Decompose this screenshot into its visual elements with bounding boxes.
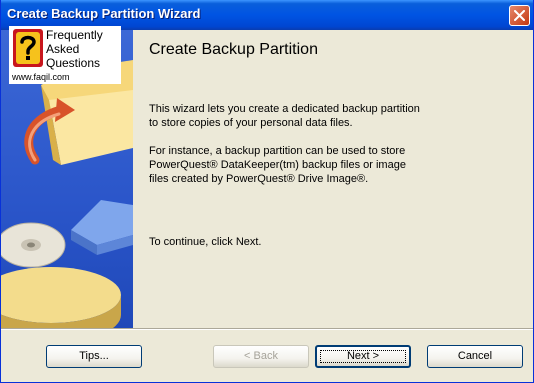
logo-line-frequently: Frequently bbox=[46, 28, 103, 42]
wizard-content: Create Backup Partition This wizard lets… bbox=[133, 30, 533, 328]
window-title: Create Backup Partition Wizard bbox=[7, 6, 201, 21]
focus-ring bbox=[320, 350, 406, 363]
example-line-2: PowerQuest® DataKeeper(tm) backup files … bbox=[149, 159, 406, 171]
back-button-label: < Back bbox=[244, 350, 278, 362]
logo-line-asked: Asked bbox=[46, 42, 80, 56]
page-title: Create Backup Partition bbox=[149, 41, 318, 58]
example-line-1: For instance, a backup partition can be … bbox=[149, 145, 406, 157]
question-mark-icon bbox=[13, 29, 43, 67]
close-button[interactable] bbox=[509, 5, 530, 26]
intro-line-1: This wizard lets you create a dedicated … bbox=[149, 103, 420, 115]
tips-button-label: Tips... bbox=[79, 350, 109, 362]
cancel-button-label: Cancel bbox=[457, 350, 493, 362]
close-icon bbox=[514, 10, 525, 21]
wizard-window: Create Backup Partition Wizard Frequentl… bbox=[0, 0, 534, 383]
intro-line-2: to store copies of your personal data fi… bbox=[149, 117, 353, 129]
tips-button[interactable]: Tips... bbox=[46, 345, 142, 368]
logo-line-questions: Questions bbox=[46, 56, 101, 70]
example-line-3: files created by PowerQuest® Drive Image… bbox=[149, 173, 369, 185]
continue-instruction: To continue, click Next. bbox=[149, 236, 262, 248]
back-button[interactable]: < Back bbox=[213, 345, 309, 368]
next-button[interactable]: Next > bbox=[315, 345, 411, 368]
drive-icon bbox=[71, 200, 133, 255]
button-divider bbox=[1, 328, 533, 330]
cancel-button[interactable]: Cancel bbox=[427, 345, 523, 368]
logo-url: www.faqil.com bbox=[12, 72, 70, 82]
faq-logo: Frequently Asked Questions www.faqil.com bbox=[9, 26, 121, 84]
